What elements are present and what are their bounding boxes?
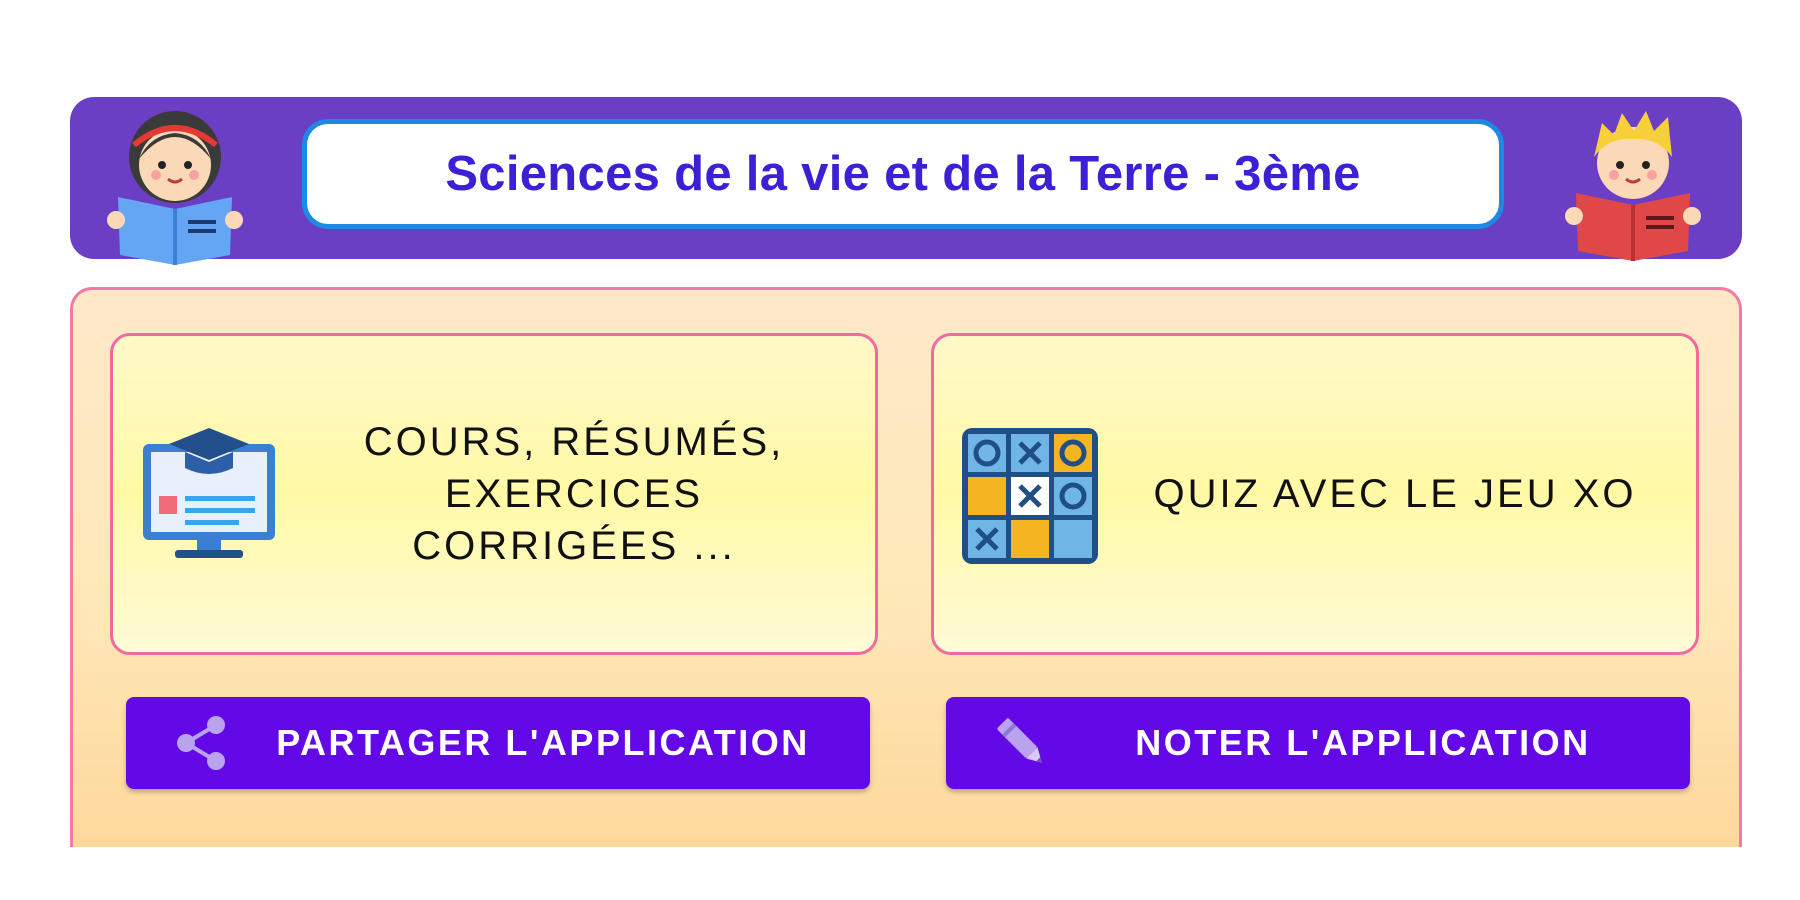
girl-reading-blue-book-icon: [107, 111, 243, 265]
courses-card[interactable]: COURS, RÉSUMÉS, EXERCICES CORRIGÉES ...: [110, 333, 878, 655]
boy-reading-red-book-icon: [1565, 111, 1701, 261]
courses-card-label: COURS, RÉSUMÉS, EXERCICES CORRIGÉES ...: [363, 420, 785, 568]
main-panel: COURS, RÉSUMÉS, EXERCICES CORRIGÉES ... …: [70, 287, 1742, 847]
quiz-xo-card[interactable]: QUIZ AVEC LE JEU XO: [931, 333, 1699, 655]
rate-app-label: NOTER L'APPLICATION: [1135, 722, 1591, 763]
app-header: Sciences de la vie et de la Terre - 3ème: [70, 97, 1742, 265]
page-title: Sciences de la vie et de la Terre - 3ème: [445, 147, 1361, 201]
share-app-button[interactable]: PARTAGER L'APPLICATION: [126, 697, 870, 789]
rate-app-button[interactable]: NOTER L'APPLICATION: [946, 697, 1690, 789]
share-app-label: PARTAGER L'APPLICATION: [276, 722, 810, 763]
tic-tac-toe-icon: [962, 428, 1098, 564]
graduation-monitor-icon: [143, 428, 275, 558]
share-icon: [177, 716, 225, 770]
pencil-icon: [997, 718, 1042, 763]
title-box: Sciences de la vie et de la Terre - 3ème: [302, 119, 1504, 229]
quiz-xo-card-label: QUIZ AVEC LE JEU XO: [1153, 472, 1637, 516]
